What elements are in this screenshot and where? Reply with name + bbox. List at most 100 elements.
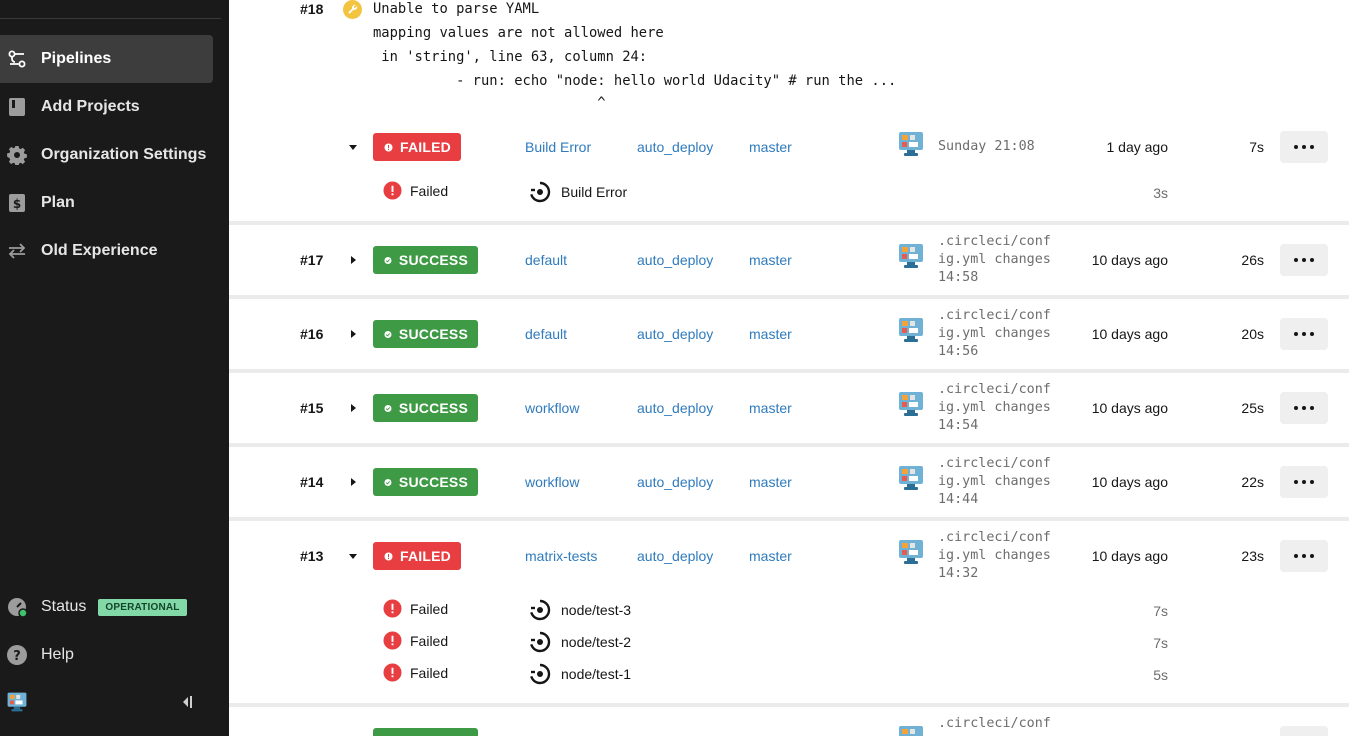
help-icon: ? — [6, 644, 28, 666]
workflow-link[interactable]: default — [525, 252, 567, 268]
branch-link[interactable]: master — [749, 400, 792, 416]
sidebar-item-label: Pipelines — [41, 50, 112, 67]
branch-link[interactable]: master — [749, 548, 792, 564]
commit-avatar — [899, 726, 923, 736]
status-badge-success[interactable]: SUCCESS — [373, 394, 478, 422]
svg-text:?: ? — [13, 649, 21, 664]
time-ago: 10 days ago — [1091, 400, 1168, 416]
duration: 7s — [1249, 139, 1264, 155]
commit-avatar — [899, 540, 923, 564]
user-avatar[interactable] — [6, 691, 28, 713]
sidebar-item-label: Plan — [41, 194, 75, 211]
duration: 23s — [1241, 548, 1264, 564]
workflow-link[interactable]: workflow — [525, 400, 579, 416]
collapse-chevron-icon[interactable] — [347, 141, 359, 153]
job-duration: 3s — [1153, 185, 1168, 201]
wrench-warning-icon — [343, 0, 362, 19]
pipeline-number: #16 — [300, 326, 324, 342]
expand-chevron-icon[interactable] — [347, 254, 359, 266]
job-name[interactable]: node/test-3 — [529, 599, 631, 621]
job-status: Failed — [383, 599, 448, 618]
job-name[interactable]: node/test-1 — [529, 663, 631, 685]
branch-link[interactable]: master — [749, 252, 792, 268]
help-link[interactable]: ? Help — [6, 644, 74, 666]
more-actions-button[interactable] — [1280, 466, 1328, 498]
failed-icon — [383, 631, 402, 650]
time-ago: 10 days ago — [1091, 252, 1168, 268]
more-actions-button[interactable] — [1280, 540, 1328, 572]
yaml-error-line-1: Unable to parse YAML — [373, 1, 540, 17]
pipeline-card-14: #14 SUCCESS workflow auto_deploy master … — [229, 447, 1349, 517]
collapse-chevron-icon[interactable] — [347, 550, 359, 562]
project-link[interactable]: auto_deploy — [637, 400, 713, 416]
alert-icon — [384, 551, 393, 561]
pipeline-card-15: #15 SUCCESS workflow auto_deploy master … — [229, 373, 1349, 443]
project-link[interactable]: auto_deploy — [637, 139, 713, 155]
pipelines-list: #18 Unable to parse YAML mapping values … — [229, 0, 1349, 736]
project-link[interactable]: auto_deploy — [637, 474, 713, 490]
pipeline-card-13: #13 FAILED matrix-tests auto_deploy mast… — [229, 521, 1349, 703]
yaml-error-line-3: in 'string', line 63, column 24: — [373, 49, 648, 65]
expand-chevron-icon[interactable] — [347, 402, 359, 414]
job-name[interactable]: node/test-2 — [529, 631, 631, 653]
check-icon — [384, 404, 392, 412]
workflow-link[interactable]: Build Error — [525, 139, 591, 155]
status-badge-failed[interactable]: FAILED — [373, 542, 461, 570]
status-badge-failed[interactable]: FAILED — [373, 133, 461, 161]
pipeline-number: #14 — [300, 474, 324, 490]
job-icon — [530, 631, 551, 653]
status-badge-success[interactable]: SUCCESS — [373, 468, 478, 496]
job-row[interactable]: Failed node/test-2 7s — [229, 631, 1349, 655]
sidebar-item-label: Old Experience — [41, 242, 158, 259]
commit-message: Sunday 21:08 — [938, 139, 1035, 154]
more-actions-button[interactable] — [1280, 726, 1328, 736]
project-link[interactable]: auto_deploy — [637, 548, 713, 564]
swap-icon — [6, 240, 28, 262]
job-row[interactable]: Failed Build Error 3s — [229, 181, 1349, 205]
sidebar-divider — [0, 18, 221, 19]
yaml-error-line-5: ^ — [373, 95, 606, 111]
job-status: Failed — [383, 631, 448, 650]
commit-avatar — [899, 392, 923, 416]
expand-chevron-icon[interactable] — [347, 476, 359, 488]
branch-link[interactable]: master — [749, 139, 792, 155]
commit-avatar — [899, 466, 923, 490]
pipeline-number: #15 — [300, 400, 324, 416]
job-icon — [530, 663, 551, 685]
workflow-link[interactable]: default — [525, 326, 567, 342]
job-icon — [530, 181, 551, 203]
job-name[interactable]: Build Error — [529, 181, 627, 203]
more-actions-button[interactable] — [1280, 131, 1328, 163]
commit-message: .circleci/conf ig.yml changes 14:44 — [938, 456, 1051, 507]
job-row[interactable]: Failed node/test-3 7s — [229, 599, 1349, 623]
collapse-sidebar-icon[interactable] — [177, 694, 193, 710]
commit-message: .circleci/conf ig.yml changes 14:32 — [938, 530, 1051, 581]
sidebar-item-organization-settings[interactable]: Organization Settings — [0, 131, 213, 179]
status-badge-success[interactable] — [373, 728, 478, 736]
sidebar-item-add-projects[interactable]: Add Projects — [0, 83, 213, 131]
pipeline-number: #18 — [300, 1, 324, 17]
gear-icon — [6, 144, 28, 166]
pipeline-card-18: #18 Unable to parse YAML mapping values … — [229, 0, 1349, 221]
workflow-link[interactable]: matrix-tests — [525, 548, 597, 564]
branch-link[interactable]: master — [749, 326, 792, 342]
sidebar-item-plan[interactable]: $ Plan — [0, 179, 213, 227]
sidebar-item-pipelines[interactable]: Pipelines — [0, 35, 213, 83]
sidebar-item-label: Add Projects — [41, 98, 140, 115]
more-actions-button[interactable] — [1280, 392, 1328, 424]
more-actions-button[interactable] — [1280, 244, 1328, 276]
project-link[interactable]: auto_deploy — [637, 326, 713, 342]
job-row[interactable]: Failed node/test-1 5s — [229, 663, 1349, 687]
expand-chevron-icon[interactable] — [347, 328, 359, 340]
commit-message: .circleci/conf ig.yml changes 14:56 — [938, 308, 1051, 359]
project-link[interactable]: auto_deploy — [637, 252, 713, 268]
time-ago: 10 days ago — [1091, 474, 1168, 490]
status-link[interactable]: Status OPERATIONAL — [6, 596, 187, 618]
status-badge-success[interactable]: SUCCESS — [373, 246, 478, 274]
branch-link[interactable]: master — [749, 474, 792, 490]
sidebar-item-old-experience[interactable]: Old Experience — [0, 227, 213, 275]
workflow-link[interactable]: workflow — [525, 474, 579, 490]
status-badge-success[interactable]: SUCCESS — [373, 320, 478, 348]
pipeline-number: #13 — [300, 548, 324, 564]
more-actions-button[interactable] — [1280, 318, 1328, 350]
